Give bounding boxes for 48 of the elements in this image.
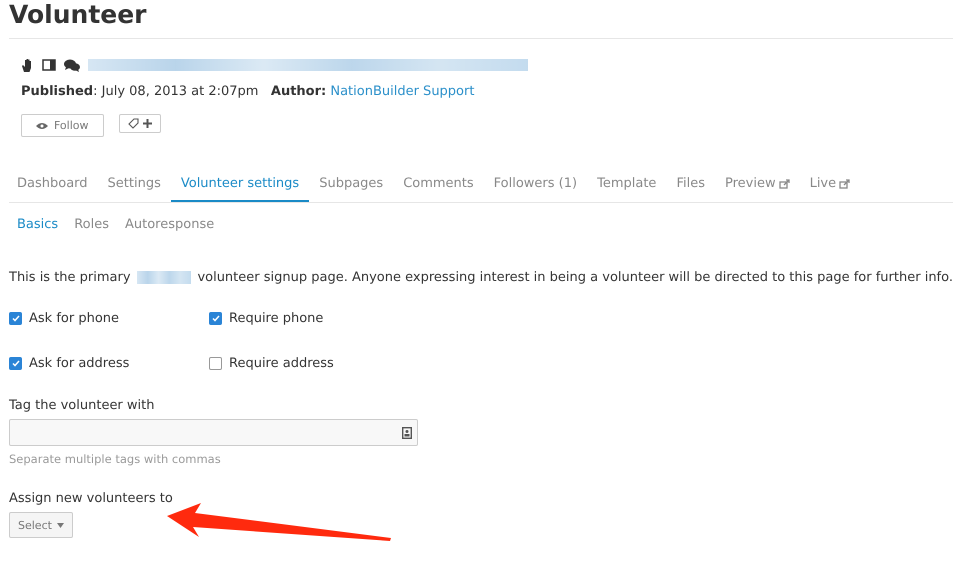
checkbox-label: Require phone [229, 311, 324, 326]
checkbox-label: Ask for phone [29, 311, 120, 326]
external-link-icon [839, 178, 850, 188]
checkmark-icon [12, 360, 20, 367]
intro-text: volunteer signup page. Anyone expressing interest in being a volunteer will be directed to this page for further info. [197, 270, 953, 285]
tag-icon [128, 118, 139, 129]
external-link-icon [778, 178, 790, 188]
author-label: Author: [270, 84, 326, 99]
checkmark-icon [12, 315, 20, 322]
nav-tab[interactable]: Live [800, 167, 860, 202]
page-title: Volunteer [9, 0, 953, 39]
add-tag-button[interactable] [118, 114, 161, 133]
checkbox[interactable] [209, 312, 222, 325]
nav-tab[interactable]: Subpages [309, 167, 394, 202]
nav-tab[interactable]: Settings [98, 167, 171, 202]
nav-tab[interactable]: Followers (1) [484, 167, 588, 202]
nav-tab[interactable]: Preview [714, 167, 800, 202]
comments-icon[interactable] [64, 58, 80, 72]
eye-icon [36, 122, 48, 130]
checkbox-label: Require address [229, 356, 334, 371]
checkbox[interactable] [9, 312, 22, 325]
checkbox-label: Ask for address [29, 356, 130, 371]
nav-tab[interactable]: Files [666, 167, 715, 202]
tag-input-field[interactable] [9, 419, 418, 446]
caret-icon [57, 522, 64, 528]
published-date: Published: July 08, 2013 at 2:07pm [21, 84, 258, 99]
nav-tab[interactable]: Dashboard [9, 167, 98, 202]
author-link[interactable]: NationBuilder Support [330, 84, 474, 99]
intro-text: This is the primary [9, 270, 131, 285]
help-text: Separate multiple tags with commas [9, 452, 222, 466]
contact-card-icon [402, 426, 412, 438]
nav-tab[interactable]: Volunteer settings [170, 167, 310, 202]
nav-tab[interactable]: Template [587, 167, 666, 202]
checkbox[interactable] [9, 357, 22, 370]
checkmark-icon [212, 315, 220, 322]
assign-dropdown[interactable]: Select [9, 512, 73, 538]
sidebar-icon[interactable] [42, 59, 56, 71]
sub-tab[interactable]: Autoresponse [117, 217, 222, 232]
follow-button[interactable]: Follow [21, 114, 104, 137]
sub-tab[interactable]: Basics [9, 217, 66, 232]
blurred-text [136, 271, 192, 284]
nav-tab[interactable]: Comments [393, 167, 484, 202]
checkbox[interactable] [209, 357, 222, 370]
hand-icon[interactable] [21, 58, 34, 72]
plus-icon [142, 119, 152, 128]
sub-tab[interactable]: Roles [66, 217, 117, 232]
field-label: Tag the volunteer with [9, 398, 156, 413]
field-label: Assign new volunteers to [9, 491, 174, 506]
